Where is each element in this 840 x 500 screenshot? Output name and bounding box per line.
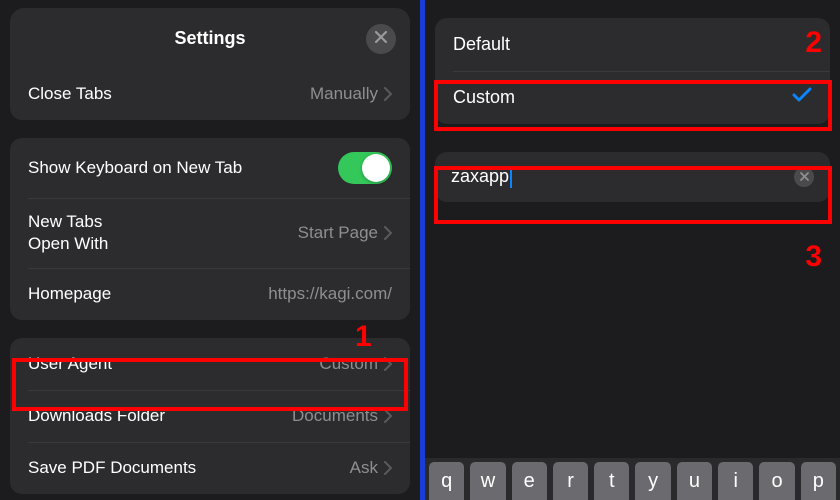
key-e[interactable]: e bbox=[512, 462, 547, 500]
key-w[interactable]: w bbox=[470, 462, 505, 500]
value-homepage: https://kagi.com/ bbox=[268, 284, 392, 304]
key-i[interactable]: i bbox=[718, 462, 753, 500]
ua-option-default[interactable]: Default bbox=[435, 18, 830, 71]
settings-header: Settings bbox=[10, 8, 410, 68]
keyboard: q w e r t y u i o p bbox=[425, 458, 840, 500]
row-show-keyboard[interactable]: Show Keyboard on New Tab bbox=[10, 138, 410, 198]
clear-input-button[interactable] bbox=[794, 167, 814, 187]
label-close-tabs: Close Tabs bbox=[28, 84, 112, 104]
key-r[interactable]: r bbox=[553, 462, 588, 500]
ua-option-list: Default Custom bbox=[435, 18, 830, 124]
value-close-tabs: Manually bbox=[310, 84, 392, 104]
chevron-right-icon bbox=[384, 87, 392, 101]
key-y[interactable]: y bbox=[635, 462, 670, 500]
value-downloads: Documents bbox=[292, 406, 392, 426]
label-show-keyboard: Show Keyboard on New Tab bbox=[28, 158, 242, 178]
checkmark-icon bbox=[792, 87, 812, 108]
label-downloads: Downloads Folder bbox=[28, 406, 165, 426]
key-o[interactable]: o bbox=[759, 462, 794, 500]
annotation-number-3: 3 bbox=[805, 240, 822, 274]
key-u[interactable]: u bbox=[677, 462, 712, 500]
row-save-pdf[interactable]: Save PDF Documents Ask bbox=[10, 442, 410, 494]
close-icon bbox=[375, 30, 387, 48]
ua-option-custom[interactable]: Custom bbox=[435, 71, 830, 124]
chevron-right-icon bbox=[384, 357, 392, 371]
label-new-tabs: New Tabs Open With bbox=[28, 212, 108, 254]
toggle-knob bbox=[362, 154, 390, 182]
row-user-agent[interactable]: User Agent Custom bbox=[10, 338, 410, 390]
ua-input-field[interactable]: zaxapp bbox=[451, 166, 794, 188]
value-new-tabs: Start Page bbox=[298, 223, 392, 243]
row-new-tabs[interactable]: New Tabs Open With Start Page bbox=[10, 198, 410, 268]
settings-title: Settings bbox=[174, 28, 245, 49]
chevron-right-icon bbox=[384, 409, 392, 423]
section-advanced: User Agent Custom Downloads Folder Docum… bbox=[10, 338, 410, 494]
chevron-right-icon bbox=[384, 226, 392, 240]
section-tabs: Close Tabs Manually bbox=[10, 68, 410, 120]
value-user-agent: Custom bbox=[319, 354, 392, 374]
key-t[interactable]: t bbox=[594, 462, 629, 500]
chevron-right-icon bbox=[384, 461, 392, 475]
label-save-pdf: Save PDF Documents bbox=[28, 458, 196, 478]
row-downloads[interactable]: Downloads Folder Documents bbox=[10, 390, 410, 442]
key-q[interactable]: q bbox=[429, 462, 464, 500]
settings-panel: Settings Close Tabs Manually Show Keyboa… bbox=[0, 0, 420, 500]
close-button[interactable] bbox=[366, 24, 396, 54]
close-icon bbox=[800, 168, 809, 186]
toggle-show-keyboard[interactable] bbox=[338, 152, 392, 184]
key-p[interactable]: p bbox=[801, 462, 836, 500]
text-cursor bbox=[510, 166, 512, 188]
section-general: Show Keyboard on New Tab New Tabs Open W… bbox=[10, 138, 410, 320]
value-save-pdf: Ask bbox=[350, 458, 392, 478]
row-homepage[interactable]: Homepage https://kagi.com/ bbox=[10, 268, 410, 320]
user-agent-panel: Default Custom zaxapp 2 3 q w e r t y u … bbox=[425, 0, 840, 500]
label-homepage: Homepage bbox=[28, 284, 111, 304]
row-close-tabs[interactable]: Close Tabs Manually bbox=[10, 68, 410, 120]
label-user-agent: User Agent bbox=[28, 354, 112, 374]
ua-input-row[interactable]: zaxapp bbox=[435, 152, 830, 202]
